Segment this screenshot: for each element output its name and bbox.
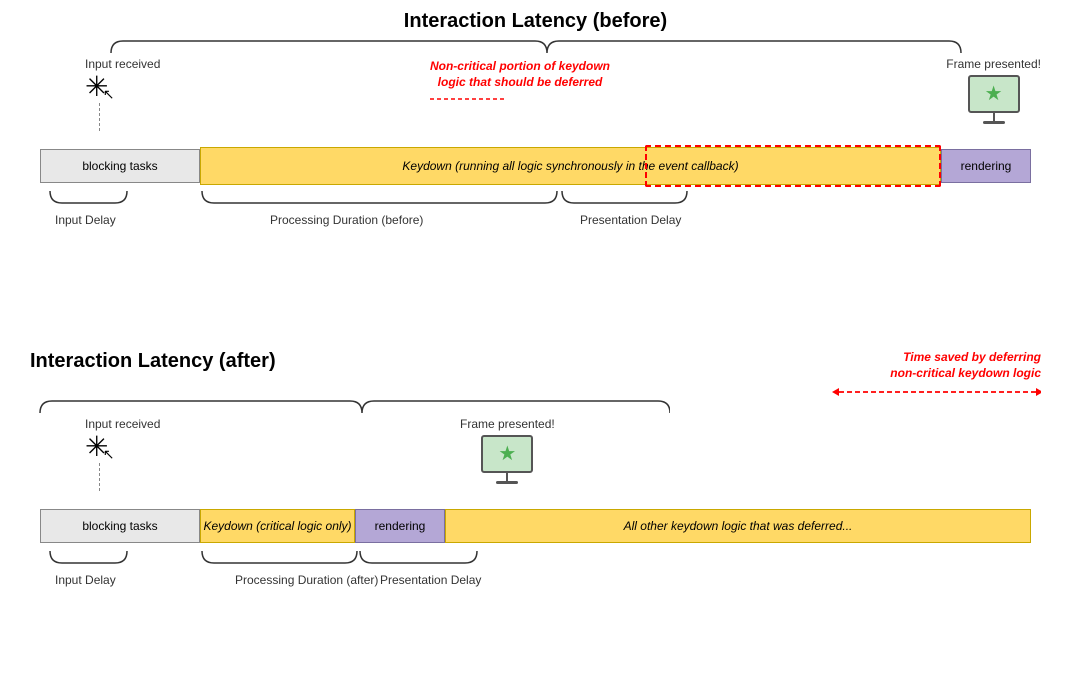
- time-saved-arrow-svg: [831, 385, 1041, 399]
- cursor-icon: ↖: [103, 86, 115, 103]
- top-timeline: blocking tasks Keydown (running all logi…: [40, 147, 1031, 185]
- diagram-container: Interaction Latency (before) Input recei…: [0, 0, 1071, 690]
- bottom-monitor-base: [496, 481, 518, 484]
- section-bottom: Interaction Latency (after) Time saved b…: [30, 350, 1041, 589]
- star-icon: ★: [985, 84, 1003, 104]
- time-saved-label: Time saved by deferring non-critical key…: [821, 350, 1041, 381]
- bottom-burst-area: ✳ ↖: [85, 433, 108, 461]
- bottom-frame-label: Frame presented! ★: [460, 417, 555, 484]
- top-brace-under: [40, 185, 1031, 213]
- bottom-input-label: Input received ✳ ↖: [85, 417, 160, 491]
- monitor-stand: [993, 113, 995, 121]
- top-blocking-bar: blocking tasks: [40, 149, 200, 183]
- monitor-base: [983, 121, 1005, 124]
- bottom-under-brace-svg: [40, 545, 1031, 573]
- burst-area: ✳ ↖: [85, 73, 108, 101]
- bottom-brace-under: [40, 545, 1031, 573]
- bottom-blocking-bar: blocking tasks: [40, 509, 200, 543]
- bottom-processing-label: Processing Duration (after): [235, 573, 378, 587]
- top-brace-svg: [101, 39, 971, 57]
- bottom-monitor-stand: [506, 473, 508, 481]
- top-sublabels: Input Delay Processing Duration (before)…: [40, 213, 1031, 229]
- bottom-header-row: Interaction Latency (after) Time saved b…: [30, 350, 1041, 399]
- top-presentation-label: Presentation Delay: [580, 213, 681, 227]
- bottom-top-brace-area: [30, 399, 1041, 417]
- top-input-label: Input received ✳ ↖: [85, 57, 160, 131]
- red-arrow-svg: [430, 92, 510, 106]
- bottom-timeline: blocking tasks Keydown (critical logic o…: [40, 507, 1031, 545]
- bottom-title-wrapper: Interaction Latency (after): [30, 350, 821, 379]
- bottom-top-brace-svg: [30, 399, 670, 417]
- top-frame-label: Frame presented! ★: [946, 57, 1041, 124]
- top-keydown-bar: Keydown (running all logic synchronously…: [200, 147, 941, 185]
- bottom-rendering-bar: rendering: [355, 509, 445, 543]
- bottom-sublabels: Input Delay Processing Duration (after) …: [40, 573, 1031, 589]
- time-saved-area: Time saved by deferring non-critical key…: [821, 350, 1041, 399]
- top-processing-label: Processing Duration (before): [270, 213, 423, 227]
- top-labels-row: Input received ✳ ↖ Non-critical portion …: [30, 57, 1041, 147]
- bottom-cursor-icon: ↖: [103, 446, 115, 463]
- top-under-brace-svg: [40, 185, 1031, 213]
- bottom-monitor: ★: [460, 435, 555, 484]
- top-red-note: Non-critical portion of keydown logic th…: [420, 59, 620, 111]
- bottom-presentation-label: Presentation Delay: [380, 573, 481, 587]
- bottom-deferred-bar: All other keydown logic that was deferre…: [445, 509, 1031, 543]
- section-top: Interaction Latency (before) Input recei…: [30, 10, 1041, 229]
- bottom-star-icon: ★: [498, 444, 516, 464]
- bottom-title: Interaction Latency (after): [30, 350, 821, 373]
- bottom-keydown-bar: Keydown (critical logic only): [200, 509, 355, 543]
- bottom-labels-row: Input received ✳ ↖ Frame presented! ★: [30, 417, 1041, 507]
- top-rendering-bar: rendering: [941, 149, 1031, 183]
- top-monitor: ★: [946, 75, 1041, 124]
- bottom-monitor-screen: ★: [481, 435, 533, 473]
- monitor-screen: ★: [968, 75, 1020, 113]
- top-input-delay-label: Input Delay: [55, 213, 116, 227]
- time-saved-arrow: [821, 385, 1041, 399]
- top-title: Interaction Latency (before): [30, 10, 1041, 33]
- bottom-input-delay-label: Input Delay: [55, 573, 116, 587]
- top-brace-area: [30, 39, 1041, 57]
